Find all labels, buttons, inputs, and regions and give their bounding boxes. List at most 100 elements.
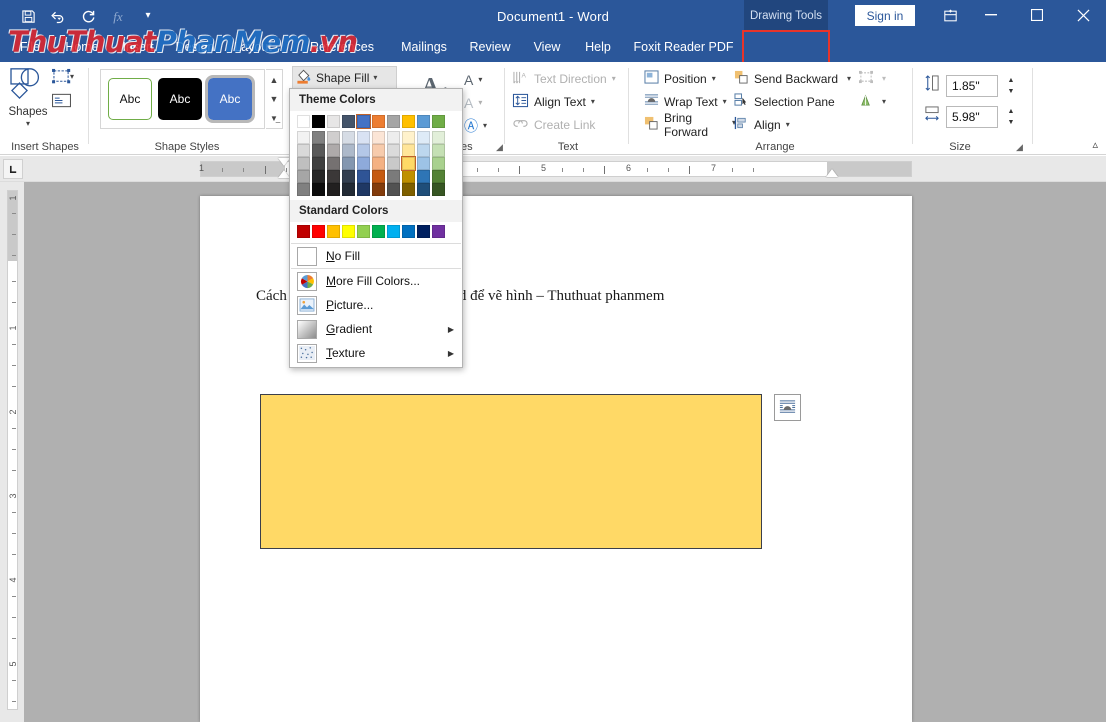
theme-swatch[interactable] bbox=[342, 144, 355, 157]
shapes-button[interactable]: Shapes ▾ bbox=[6, 66, 50, 136]
menu-item-more-fill-colors[interactable]: More Fill Colors... bbox=[290, 269, 462, 293]
theme-swatch[interactable] bbox=[327, 157, 340, 170]
theme-swatch[interactable] bbox=[312, 183, 325, 196]
theme-swatch[interactable] bbox=[327, 144, 340, 157]
shape-width-stepper[interactable]: ▲▼ bbox=[1004, 106, 1018, 128]
theme-swatch[interactable] bbox=[342, 131, 355, 144]
draw-text-box-icon[interactable] bbox=[48, 90, 74, 110]
theme-swatch[interactable] bbox=[342, 170, 355, 183]
theme-swatch[interactable] bbox=[402, 115, 415, 128]
create-link-button[interactable]: Create Link bbox=[506, 113, 630, 136]
theme-swatch[interactable] bbox=[432, 115, 445, 128]
theme-swatch[interactable] bbox=[312, 144, 325, 157]
shape-style-option-3-selected[interactable]: Abc bbox=[208, 78, 252, 120]
theme-swatch[interactable] bbox=[432, 131, 445, 144]
undo-icon[interactable] bbox=[44, 3, 72, 29]
theme-swatch[interactable] bbox=[342, 115, 355, 128]
theme-swatch[interactable] bbox=[387, 170, 400, 183]
theme-swatch[interactable] bbox=[312, 157, 325, 170]
maximize-icon[interactable] bbox=[1014, 0, 1060, 30]
shape-fill-button[interactable]: Shape Fill ▾ bbox=[292, 66, 397, 89]
rectangle-shape[interactable] bbox=[260, 394, 762, 549]
theme-swatch[interactable] bbox=[357, 131, 370, 144]
theme-swatch[interactable] bbox=[432, 144, 445, 157]
tab-home[interactable]: Home bbox=[57, 32, 107, 62]
tab-view[interactable]: View bbox=[525, 32, 569, 62]
theme-swatch[interactable] bbox=[372, 183, 385, 196]
menu-item-no-fill[interactable]: No Fill bbox=[290, 244, 462, 268]
dialog-box-launcher[interactable]: ◢ bbox=[496, 142, 503, 153]
bring-forward-button[interactable]: Bring Forward bbox=[644, 113, 728, 136]
standard-swatch[interactable] bbox=[297, 225, 310, 238]
tab-review[interactable]: Review bbox=[462, 32, 518, 62]
tab-design[interactable]: Design bbox=[169, 32, 221, 62]
chevron-down-icon[interactable]: ▾ bbox=[882, 97, 886, 106]
redo-icon[interactable] bbox=[74, 3, 102, 29]
edit-shape-chevron-down-icon[interactable]: ▾ bbox=[70, 72, 74, 81]
theme-swatch[interactable] bbox=[402, 183, 415, 196]
theme-swatch[interactable] bbox=[312, 170, 325, 183]
theme-swatch[interactable] bbox=[372, 115, 385, 128]
theme-swatch-selected[interactable] bbox=[402, 157, 415, 170]
theme-swatch-selected[interactable] bbox=[357, 115, 370, 128]
align-objects-button[interactable]: Align ▾ bbox=[734, 113, 852, 136]
group-objects-button[interactable]: ▾ bbox=[858, 67, 908, 90]
shape-width-input[interactable]: 5.98" bbox=[946, 106, 998, 128]
chevron-down-icon[interactable]: ▾ bbox=[882, 74, 886, 83]
theme-swatch[interactable] bbox=[297, 131, 310, 144]
theme-swatch[interactable] bbox=[372, 157, 385, 170]
chevron-down-icon[interactable]: ▾ bbox=[786, 120, 790, 129]
chevron-down-icon[interactable]: ▾ bbox=[847, 74, 851, 83]
standard-swatch[interactable] bbox=[417, 225, 430, 238]
theme-swatch[interactable] bbox=[357, 170, 370, 183]
collapse-ribbon-icon[interactable]: ▵ bbox=[1092, 138, 1098, 151]
theme-swatch[interactable] bbox=[372, 144, 385, 157]
standard-swatch[interactable] bbox=[312, 225, 325, 238]
rotate-objects-button[interactable]: ▾ bbox=[858, 90, 908, 113]
chevron-down-icon[interactable]: ▾ bbox=[591, 97, 595, 106]
theme-swatch[interactable] bbox=[417, 183, 430, 196]
theme-swatch[interactable] bbox=[342, 183, 355, 196]
theme-swatch[interactable] bbox=[387, 144, 400, 157]
shape-styles-gallery[interactable]: Abc Abc Abc bbox=[100, 69, 265, 129]
theme-swatch[interactable] bbox=[357, 183, 370, 196]
theme-swatch[interactable] bbox=[357, 157, 370, 170]
left-tab-stop-icon[interactable] bbox=[3, 159, 23, 179]
theme-swatch[interactable] bbox=[327, 170, 340, 183]
chevron-down-icon[interactable]: ▼ bbox=[266, 89, 282, 108]
ribbon-display-options-icon[interactable] bbox=[935, 5, 965, 27]
text-outline-icon[interactable]: A▾ bbox=[464, 91, 504, 114]
theme-swatch[interactable] bbox=[327, 183, 340, 196]
chevron-down-icon[interactable]: ▾ bbox=[612, 74, 616, 83]
theme-swatch[interactable] bbox=[297, 144, 310, 157]
theme-swatch[interactable] bbox=[312, 115, 325, 128]
menu-item-texture[interactable]: Texture ▶ bbox=[290, 341, 462, 365]
theme-swatch[interactable] bbox=[297, 183, 310, 196]
chevron-down-icon[interactable]: ▾ bbox=[712, 74, 716, 83]
shape-height-stepper[interactable]: ▲▼ bbox=[1004, 75, 1018, 97]
layout-options-icon[interactable] bbox=[774, 394, 801, 421]
text-fill-icon[interactable]: A▾ bbox=[464, 68, 504, 91]
theme-swatch[interactable] bbox=[417, 170, 430, 183]
theme-swatch[interactable] bbox=[372, 170, 385, 183]
gallery-more-icon[interactable]: ▼̲ bbox=[266, 109, 282, 128]
theme-swatch[interactable] bbox=[297, 157, 310, 170]
standard-swatch[interactable] bbox=[387, 225, 400, 238]
right-indent-marker[interactable] bbox=[826, 169, 838, 177]
shape-style-option-2[interactable]: Abc bbox=[158, 78, 202, 120]
tab-file[interactable]: File bbox=[10, 32, 50, 62]
menu-item-gradient[interactable]: Gradient ▶ bbox=[290, 317, 462, 341]
formula-icon[interactable]: fx bbox=[104, 3, 132, 29]
chevron-up-icon[interactable]: ▲ bbox=[266, 70, 282, 89]
theme-swatch[interactable] bbox=[387, 157, 400, 170]
theme-swatch[interactable] bbox=[417, 115, 430, 128]
minimize-icon[interactable] bbox=[968, 0, 1014, 30]
theme-swatch[interactable] bbox=[312, 131, 325, 144]
customize-qat-icon[interactable]: ▾ bbox=[134, 3, 162, 29]
tab-mailings[interactable]: Mailings bbox=[392, 32, 456, 62]
position-button[interactable]: Position ▾ bbox=[644, 67, 728, 90]
shape-height-input[interactable]: 1.85" bbox=[946, 75, 998, 97]
theme-swatch[interactable] bbox=[342, 157, 355, 170]
tab-help[interactable]: Help bbox=[577, 32, 619, 62]
theme-swatch[interactable] bbox=[327, 131, 340, 144]
